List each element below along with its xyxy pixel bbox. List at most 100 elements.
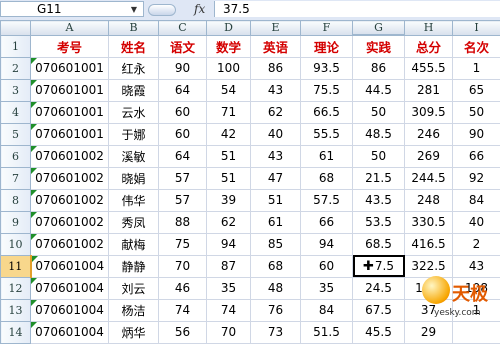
cell[interactable]: 070601002 — [31, 233, 109, 255]
cell[interactable]: 070601002 — [31, 167, 109, 189]
cell[interactable]: 86 — [251, 57, 301, 79]
cell[interactable]: 281 — [405, 79, 453, 101]
cell[interactable]: 35 — [301, 277, 353, 299]
cell[interactable]: 66 — [453, 145, 500, 167]
cell[interactable]: 070601004 — [31, 321, 109, 343]
cell[interactable]: 于娜 — [109, 123, 159, 145]
header-cell[interactable]: 理论 — [301, 35, 353, 57]
cell[interactable]: 90 — [159, 57, 207, 79]
row-header[interactable]: 2 — [1, 57, 31, 79]
cell[interactable]: 85 — [251, 233, 301, 255]
column-header-e[interactable]: E — [251, 21, 301, 36]
cell[interactable]: 57 — [159, 189, 207, 211]
cell[interactable]: 39 — [207, 189, 251, 211]
cell[interactable]: 93.5 — [301, 57, 353, 79]
cell[interactable]: 44.5 — [353, 79, 405, 101]
cell[interactable]: 64 — [159, 145, 207, 167]
row-header[interactable]: 9 — [1, 211, 31, 233]
cell[interactable]: 43.5 — [353, 189, 405, 211]
cell[interactable]: 416.5 — [405, 233, 453, 255]
cell[interactable]: 60 — [301, 255, 353, 277]
cell[interactable]: 43 — [251, 79, 301, 101]
name-box[interactable]: G11 ▼ — [0, 1, 144, 17]
header-cell[interactable]: 英语 — [251, 35, 301, 57]
row-header[interactable]: 11 — [1, 255, 31, 277]
cell[interactable]: 48 — [251, 277, 301, 299]
cell[interactable]: 86 — [353, 57, 405, 79]
cell[interactable]: 炳华 — [109, 321, 159, 343]
cell[interactable]: 74 — [207, 299, 251, 321]
row-header[interactable]: 3 — [1, 79, 31, 101]
cell[interactable]: 37 — [405, 299, 453, 321]
cell[interactable]: 94 — [301, 233, 353, 255]
cell[interactable]: 48.5 — [353, 123, 405, 145]
cell[interactable]: 108 — [453, 277, 500, 299]
row-header[interactable]: 14 — [1, 321, 31, 343]
cell[interactable]: 云水 — [109, 101, 159, 123]
cell[interactable]: 24.5 — [353, 277, 405, 299]
cell[interactable]: 070601002 — [31, 189, 109, 211]
cell[interactable]: 56 — [159, 321, 207, 343]
cell[interactable]: 92 — [453, 167, 500, 189]
cell[interactable]: 189. — [405, 277, 453, 299]
cell[interactable]: 秀凤 — [109, 211, 159, 233]
cell[interactable]: 66 — [301, 211, 353, 233]
cell[interactable]: 070601002 — [31, 145, 109, 167]
cell[interactable]: 46 — [159, 277, 207, 299]
cell[interactable] — [453, 321, 500, 343]
cell[interactable]: 40 — [251, 123, 301, 145]
cell[interactable]: 070601004 — [31, 277, 109, 299]
cell[interactable]: 57.5 — [301, 189, 353, 211]
cell[interactable]: 57 — [159, 167, 207, 189]
header-cell[interactable]: 数学 — [207, 35, 251, 57]
header-cell[interactable]: 总分 — [405, 35, 453, 57]
cell[interactable]: 1 — [453, 57, 500, 79]
cell[interactable]: 45.5 — [353, 321, 405, 343]
cell[interactable]: 248 — [405, 189, 453, 211]
column-header-h[interactable]: H — [405, 21, 453, 36]
cell[interactable]: 50 — [353, 145, 405, 167]
cell[interactable]: 70 — [159, 255, 207, 277]
formula-bar-splitter[interactable] — [146, 3, 186, 15]
cell[interactable]: 54 — [207, 79, 251, 101]
header-cell[interactable]: 语文 — [159, 35, 207, 57]
cell[interactable]: 070601001 — [31, 57, 109, 79]
cell[interactable]: 244.5 — [405, 167, 453, 189]
cell[interactable]: 50 — [353, 101, 405, 123]
row-header[interactable]: 10 — [1, 233, 31, 255]
cell[interactable]: 61 — [301, 145, 353, 167]
cell[interactable]: 晓霞 — [109, 79, 159, 101]
cell[interactable]: 51 — [251, 189, 301, 211]
cell[interactable]: 070601001 — [31, 79, 109, 101]
cell[interactable]: 21.5 — [353, 167, 405, 189]
cell[interactable]: 84 — [301, 299, 353, 321]
cell[interactable]: 76 — [251, 299, 301, 321]
header-cell[interactable]: 考号 — [31, 35, 109, 57]
cell[interactable]: 晓娟 — [109, 167, 159, 189]
cell[interactable]: 51.5 — [301, 321, 353, 343]
cell[interactable]: 71 — [207, 101, 251, 123]
cell[interactable]: 43 — [251, 145, 301, 167]
cell[interactable]: 1 — [453, 299, 500, 321]
row-header[interactable]: 4 — [1, 101, 31, 123]
cell[interactable]: 51 — [207, 145, 251, 167]
cell[interactable]: 87 — [207, 255, 251, 277]
cell[interactable]: 50 — [453, 101, 500, 123]
cell[interactable]: 61 — [251, 211, 301, 233]
column-header-f[interactable]: F — [301, 21, 353, 36]
cell[interactable]: 2 — [453, 233, 500, 255]
cell[interactable]: 74 — [159, 299, 207, 321]
cell[interactable]: 溪敏 — [109, 145, 159, 167]
row-header[interactable]: 8 — [1, 189, 31, 211]
cell[interactable]: 246 — [405, 123, 453, 145]
cell[interactable]: 322.5 — [405, 255, 453, 277]
cell[interactable]: 68 — [301, 167, 353, 189]
cell[interactable]: 杨洁 — [109, 299, 159, 321]
cell[interactable]: 60 — [159, 123, 207, 145]
cell[interactable]: 43 — [453, 255, 500, 277]
row-header[interactable]: 13 — [1, 299, 31, 321]
cell[interactable]: 070601004 — [31, 299, 109, 321]
cell[interactable]: 伟华 — [109, 189, 159, 211]
header-cell[interactable]: 实践 — [353, 35, 405, 57]
cell[interactable]: 269 — [405, 145, 453, 167]
